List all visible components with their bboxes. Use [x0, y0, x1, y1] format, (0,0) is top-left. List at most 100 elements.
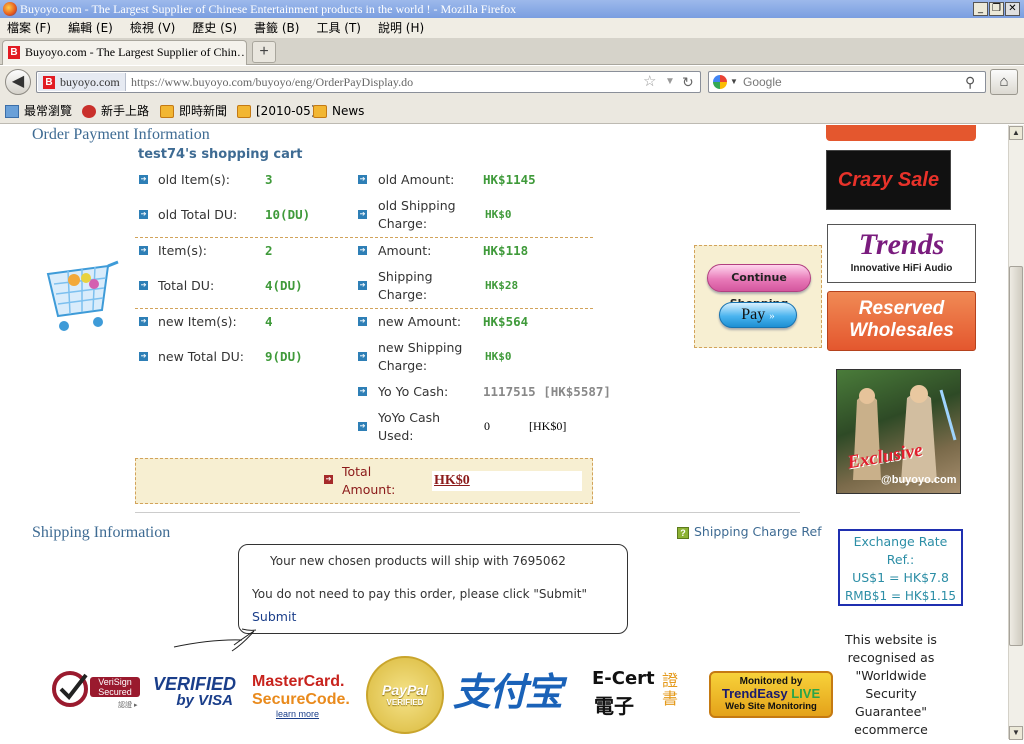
yoyo-cash-value: 1117515 [HK$5587]	[483, 384, 611, 399]
items-label: Item(s):	[158, 243, 207, 258]
paypal-verified-logo[interactable]: PayPal VERIFIED	[366, 656, 444, 734]
search-box[interactable]: ▼ Google ⚲	[708, 71, 986, 93]
items-value: 2	[265, 243, 273, 258]
exchange-rate-rmb: RMB$1 = HK$1.15	[844, 589, 957, 603]
yoyo-used-label: YoYo Cash Used:	[378, 410, 441, 443]
menu-edit[interactable]: 編輯 (E)	[68, 21, 113, 35]
tab-bar: B Buyoyo.com - The Largest Supplier of C…	[0, 38, 1024, 65]
menu-view[interactable]: 檢視 (V)	[130, 21, 175, 35]
total-amount-label: Total Amount:	[342, 464, 396, 497]
pay-label: Pay	[741, 306, 766, 323]
bookmark-star-icon[interactable]: ☆	[643, 72, 656, 92]
exclusive-banner[interactable]: Exclusive @buyoyo.com	[836, 369, 961, 494]
trends-banner[interactable]: Trends Innovative HiFi Audio	[827, 224, 976, 283]
page-content: Order Payment Information test74's shopp…	[0, 125, 1008, 739]
wholesales-text: Wholesales	[849, 320, 954, 341]
new-du-value: 9(DU)	[265, 349, 303, 364]
action-panel: Continue Shopping Pay »	[694, 245, 822, 348]
search-input[interactable]: Google	[743, 72, 782, 92]
new-shipping-label: new Shipping Charge:	[378, 340, 463, 373]
bullet-icon: ➔	[358, 175, 367, 184]
exchange-rate-usd: US$1 = HK$7.8	[852, 570, 949, 585]
old-shipping-label: old Shipping Charge:	[378, 198, 456, 231]
home-button[interactable]: ⌂	[990, 69, 1018, 95]
bullet-icon: ➔	[139, 175, 148, 184]
firefox-icon	[3, 2, 17, 16]
verified-by-visa-logo[interactable]: VERIFIED by VISA	[153, 675, 236, 709]
recognised-text: This website is recognised as "Worldwide…	[845, 632, 937, 737]
verisign-logo[interactable]: VeriSign Secured 認證 ▸	[50, 667, 142, 715]
reserved-wholesales-banner[interactable]: Reserved Wholesales	[827, 291, 976, 351]
minimize-button[interactable]: _	[973, 2, 988, 16]
mastercard-securecode-logo[interactable]: MasterCard. SecureCode. learn more	[252, 673, 352, 719]
divider	[135, 237, 593, 238]
engine-dropdown-icon[interactable]: ▼	[730, 72, 738, 92]
window-title-bar: Buyoyo.com - The Largest Supplier of Chi…	[0, 0, 1024, 18]
google-icon[interactable]	[713, 75, 727, 89]
new-items-label: new Item(s):	[158, 314, 237, 329]
menu-history[interactable]: 歷史 (S)	[192, 21, 237, 35]
trendeasy-monitoring-logo[interactable]: Monitored by TrendEasy LIVE Web Site Mon…	[709, 671, 833, 718]
close-button[interactable]: ✕	[1005, 2, 1020, 16]
menu-bar: 檔案 (F) 編輯 (E) 檢視 (V) 歷史 (S) 書籤 (B) 工具 (T) 說明 (…	[0, 18, 1024, 38]
bullet-icon: ➔	[139, 352, 148, 361]
bookmark-getting-started[interactable]: 新手上路	[82, 98, 149, 124]
scrollbar-thumb[interactable]	[1009, 266, 1023, 646]
new-amount-value: HK$564	[483, 314, 529, 329]
old-items-label: old Item(s):	[158, 172, 230, 187]
shipping-notice-line2: You do not need to pay this order, pleas…	[252, 587, 587, 601]
scroll-up-icon[interactable]: ▲	[1009, 126, 1023, 140]
learn-more-link[interactable]: learn more	[252, 709, 352, 719]
search-icon[interactable]: ⚲	[965, 72, 975, 92]
continue-shopping-button[interactable]: Continue Shopping	[707, 264, 811, 310]
bullet-icon: ➔	[358, 317, 367, 326]
reload-icon[interactable]: ↻	[682, 72, 694, 92]
verisign-badge: VeriSign Secured	[90, 677, 140, 697]
shipping-charge-ref-link[interactable]: Shipping Charge Ref	[694, 523, 822, 541]
scroll-down-icon[interactable]: ▼	[1009, 726, 1023, 740]
bookmark-2010-05[interactable]: [2010-05]	[237, 98, 316, 124]
exclusive-site-text: @buyoyo.com	[881, 474, 957, 486]
du-value: 4(DU)	[265, 278, 303, 293]
submit-link[interactable]: Submit	[252, 609, 296, 624]
old-amount-label: old Amount:	[378, 172, 455, 187]
banner-top-partial[interactable]	[826, 125, 976, 141]
shipping-label: Shipping Charge:	[378, 269, 433, 302]
rss-icon	[313, 105, 327, 118]
site-identity-button[interactable]: B buyoyo.com	[38, 73, 126, 91]
bookmark-live-news[interactable]: 即時新聞	[160, 98, 227, 124]
trends-logo-text: Trends	[858, 228, 945, 261]
cart-title: test74's shopping cart	[138, 147, 303, 162]
e-cert-logo[interactable]: E-Cert 電子 證書	[592, 668, 692, 718]
order-section-title: Order Payment Information	[32, 126, 210, 143]
crazy-sale-text: Crazy Sale	[837, 169, 940, 191]
tab-title: Buyoyo.com - The Largest Supplier of Chi…	[25, 45, 247, 59]
old-du-value: 10(DU)	[265, 207, 311, 222]
url-bar[interactable]: B buyoyo.com https://www.buyoyo.com/buyo…	[36, 71, 701, 93]
du-label: Total DU:	[158, 278, 215, 293]
bookmark-most-visited[interactable]: 最常瀏覽	[5, 98, 72, 124]
alipay-logo[interactable]: 支付宝	[453, 667, 578, 717]
exchange-rate-box: Exchange Rate Ref.: US$1 = HK$7.8 RMB$1 …	[838, 529, 963, 606]
total-amount-value: HK$0	[434, 473, 470, 488]
new-amount-label: new Amount:	[378, 314, 462, 329]
total-amount-box: ➔ Total Amount: HK$0	[135, 458, 593, 504]
menu-help[interactable]: 說明 (H)	[378, 21, 424, 35]
bookmarks-bar: 最常瀏覽 新手上路 即時新聞 [2010-05] News	[0, 98, 1024, 124]
new-tab-button[interactable]: +	[252, 41, 276, 63]
help-icon[interactable]: ?	[677, 527, 689, 539]
menu-bookmarks[interactable]: 書籤 (B)	[254, 21, 299, 35]
crazy-sale-banner[interactable]: Crazy Sale	[826, 150, 951, 210]
pay-button[interactable]: Pay »	[719, 302, 797, 328]
restore-button[interactable]: ❐	[989, 2, 1004, 16]
bullet-icon: ➔	[139, 246, 148, 255]
menu-file[interactable]: 檔案 (F)	[7, 21, 51, 35]
menu-tools[interactable]: 工具 (T)	[316, 21, 361, 35]
rss-icon	[160, 105, 174, 118]
bookmark-news[interactable]: News	[313, 98, 364, 124]
history-dropdown-icon[interactable]: ▼	[665, 72, 675, 92]
tab-buyoyo[interactable]: B Buyoyo.com - The Largest Supplier of C…	[2, 40, 247, 65]
back-button[interactable]: ◀	[5, 69, 31, 95]
buyoyo-favicon-icon: B	[8, 46, 20, 59]
bullet-icon: ➔	[324, 475, 333, 484]
